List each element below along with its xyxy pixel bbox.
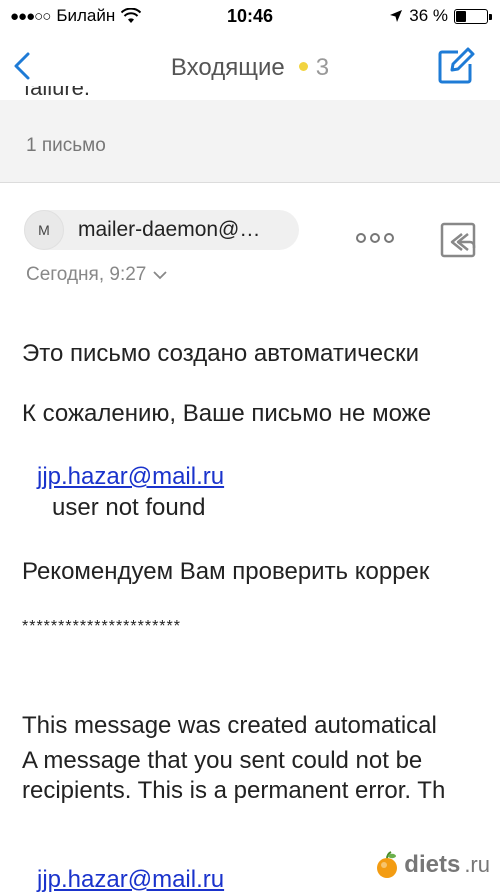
recipient-email-link-2[interactable]: jjp.hazar@mail.ru (37, 866, 224, 894)
body-en-intro: This message was created automatical (22, 712, 437, 739)
recipient-email-link[interactable]: jjp.hazar@mail.ru (37, 463, 224, 491)
unread-dot-icon (298, 62, 308, 72)
watermark-brand: diets (404, 851, 461, 878)
body-en-line1: A message that you sent could not be (22, 747, 423, 774)
thread-message-count: 1 письмо (26, 135, 106, 156)
sender-email: mailer-daemon@… (78, 218, 261, 241)
page-title: Входящие 3 (0, 54, 500, 82)
compose-icon (438, 47, 475, 84)
watermark: diets .ru (370, 849, 494, 881)
body-not-found: user not found (52, 494, 206, 521)
body-ru-intro: Это письмо создано автоматически (22, 340, 419, 367)
chevron-down-icon (153, 271, 167, 280)
sender-chip[interactable]: M mailer-daemon@… (24, 210, 299, 250)
apple-logo-icon (377, 851, 398, 878)
more-options-icon[interactable] (355, 228, 395, 248)
status-right: 36 % (389, 6, 492, 26)
inbox-title: Входящие (170, 54, 285, 81)
avatar: M (24, 210, 64, 250)
message-date-text: Сегодня, 9:27 (26, 264, 147, 285)
location-arrow-icon (390, 10, 403, 22)
compose-button[interactable] (436, 46, 476, 86)
unread-count: 3 (315, 54, 330, 81)
message-date[interactable]: Сегодня, 9:27 (26, 264, 168, 286)
battery-icon (454, 8, 492, 24)
status-bar: ●●●○○ Билайн 10:46 36 % (0, 0, 500, 34)
body-ru-sorry: К сожалению, Ваше письмо не може (22, 400, 432, 427)
reply-all-icon[interactable] (440, 220, 478, 260)
battery-percent: 36 % (409, 6, 448, 25)
thread-header: failure. 1 письмо (0, 86, 500, 183)
body-ru-recommend: Рекомендуем Вам проверить коррек (22, 558, 430, 585)
watermark-tld: .ru (464, 852, 490, 877)
body-separator: ********************** (22, 618, 181, 635)
thread-subject: failure. (24, 86, 91, 100)
body-en-line2: recipients. This is a permanent error. T… (22, 777, 446, 804)
